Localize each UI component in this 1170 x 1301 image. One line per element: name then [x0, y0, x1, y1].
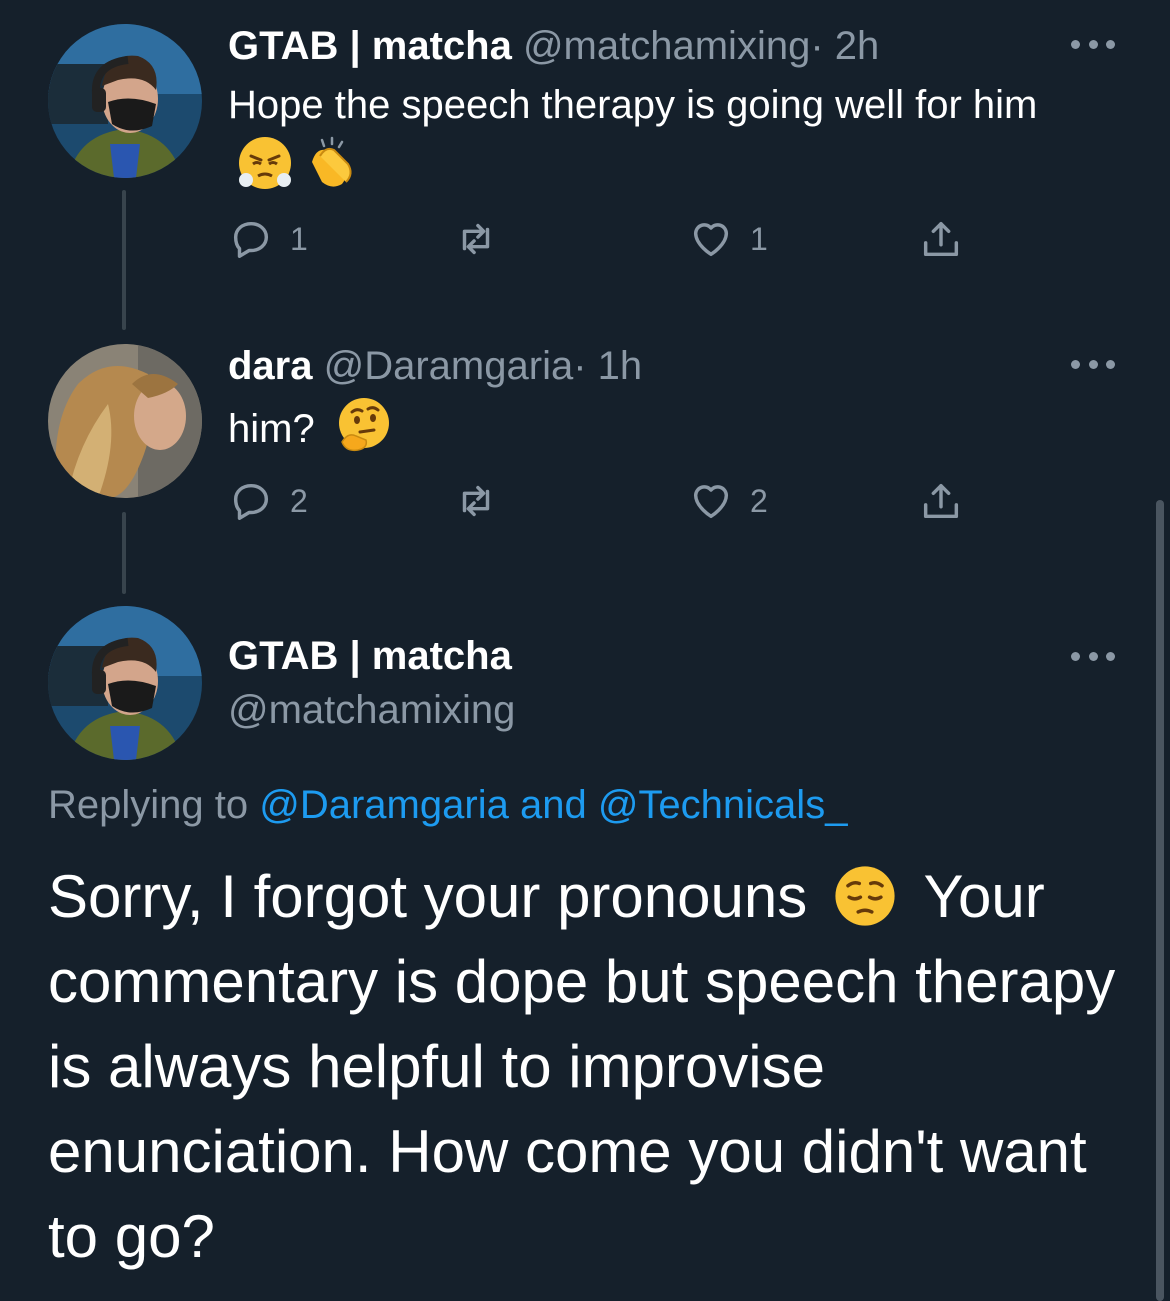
share-icon — [923, 221, 959, 257]
author-name[interactable]: GTAB | matcha — [228, 634, 512, 678]
clapping-hands-emoji — [312, 136, 352, 187]
more-options-icon[interactable] — [1071, 38, 1115, 50]
tweet-text: him? — [228, 396, 1108, 458]
retweet-button[interactable] — [453, 478, 499, 524]
main-text-part1: Sorry, I forgot your pronouns — [48, 863, 808, 930]
timestamp[interactable]: · 1h — [573, 344, 642, 388]
tweet-text: Hope the speech therapy is going well fo… — [228, 76, 1108, 196]
author-handle[interactable]: @matchamixing — [228, 688, 515, 732]
like-button[interactable]: 1 — [688, 216, 768, 262]
tweet-header: dara @Daramgaria· 1h — [228, 342, 642, 390]
main-tweet-text: Sorry, I forgot your pronouns Your comme… — [48, 854, 1138, 1279]
like-count: 1 — [750, 220, 768, 257]
author-name[interactable]: GTAB | matcha — [228, 24, 512, 68]
tweet[interactable]: GTAB | matcha @matchamixing· 2h Hope the… — [0, 0, 1170, 330]
tweet[interactable]: dara @Daramgaria· 1h him? 2 2 — [0, 330, 1170, 594]
heart-icon — [693, 485, 729, 519]
tweet-text-content: Hope the speech therapy is going well fo… — [228, 83, 1038, 127]
pensive-face-emoji — [835, 866, 895, 926]
avatar[interactable] — [48, 344, 202, 498]
reply-button[interactable]: 2 — [228, 478, 308, 524]
reply-count: 1 — [290, 220, 308, 257]
timestamp[interactable]: · 2h — [810, 24, 879, 68]
mention-link[interactable]: @Technicals_ — [598, 783, 848, 827]
avatar[interactable] — [48, 24, 202, 178]
share-button[interactable] — [918, 478, 964, 524]
reply-icon — [233, 483, 269, 520]
author-handle[interactable]: @matchamixing — [523, 24, 810, 68]
share-icon — [923, 483, 959, 519]
share-button[interactable] — [918, 216, 964, 262]
reply-button[interactable]: 1 — [228, 216, 308, 262]
thinking-face-emoji — [338, 398, 389, 452]
scrollbar[interactable] — [1156, 500, 1164, 1301]
heart-icon — [693, 223, 729, 257]
more-options-icon[interactable] — [1071, 358, 1115, 370]
tweet-actions: 1 1 — [228, 216, 988, 266]
main-author-handle[interactable]: @matchamixing — [228, 686, 515, 734]
replying-prefix: Replying to — [48, 783, 249, 827]
avatar[interactable] — [48, 606, 202, 760]
author-name[interactable]: dara — [228, 344, 313, 388]
retweet-icon — [462, 223, 490, 255]
like-count: 2 — [750, 482, 768, 519]
reply-count: 2 — [290, 482, 308, 519]
tweet-actions: 2 2 — [228, 478, 988, 528]
more-options-icon[interactable] — [1071, 650, 1115, 662]
reply-icon — [233, 221, 269, 258]
retweet-button[interactable] — [453, 216, 499, 262]
tweet-header: GTAB | matcha @matchamixing· 2h — [228, 22, 879, 70]
mention-link[interactable]: @Daramgaria — [259, 783, 509, 827]
tweet-text-content: him? — [228, 407, 315, 451]
main-tweet[interactable]: GTAB | matcha @matchamixing Replying to … — [0, 594, 1170, 1301]
main-author-name[interactable]: GTAB | matcha — [228, 632, 512, 680]
replying-and[interactable]: and — [520, 783, 587, 827]
replying-to: Replying to @Daramgaria and @Technicals_ — [48, 780, 847, 830]
retweet-icon — [462, 485, 490, 517]
face-with-steam-emoji — [239, 137, 291, 189]
author-handle[interactable]: @Daramgaria — [324, 344, 574, 388]
like-button[interactable]: 2 — [688, 478, 768, 524]
